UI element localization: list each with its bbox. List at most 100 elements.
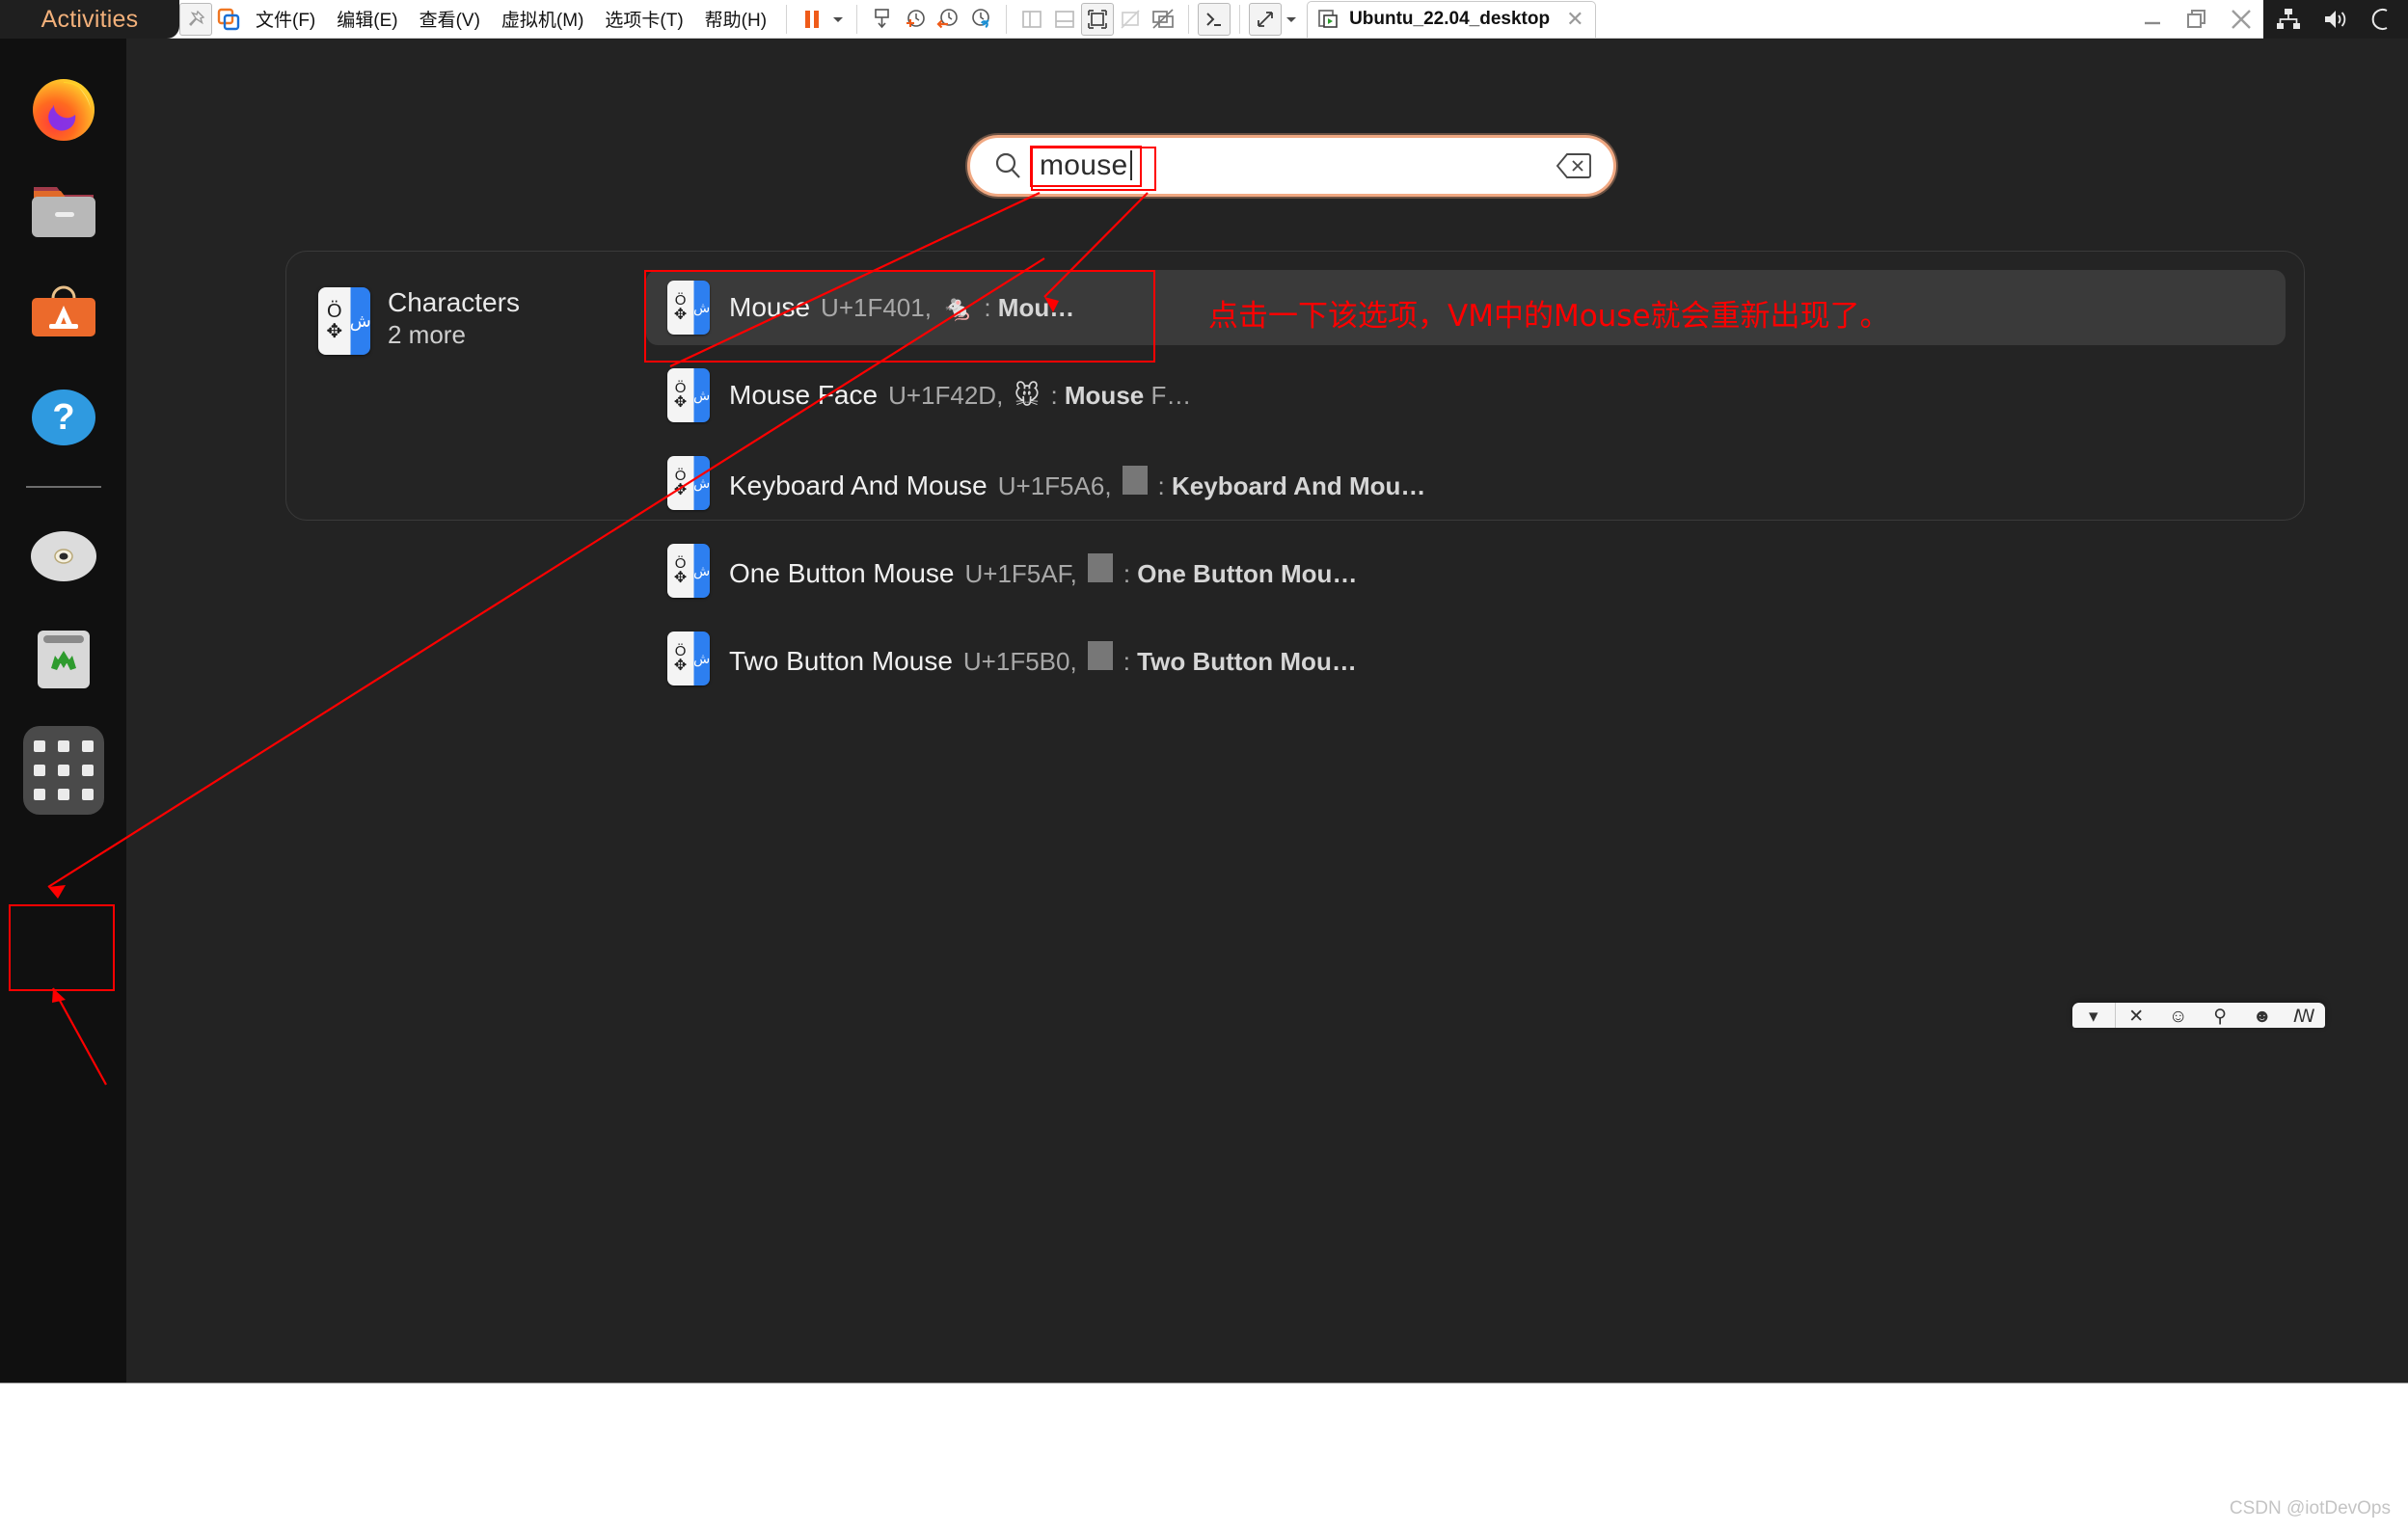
result-codepoint: U+1F5AF, — [964, 559, 1076, 589]
snapshot-manager-icon[interactable] — [866, 3, 899, 36]
characters-app-icon: Ö✥ش — [667, 632, 710, 685]
picker-cell-0[interactable]: ▾ — [2072, 1003, 2115, 1028]
menu-file[interactable]: 文件(F) — [245, 2, 326, 36]
vm-viewport: ? — [0, 39, 2408, 1384]
dock-item-files[interactable] — [23, 171, 104, 252]
vm-tab-close-icon[interactable]: ✕ — [1566, 7, 1583, 32]
backspace-clear-icon[interactable] — [1556, 151, 1592, 180]
ubuntu-dock: ? — [0, 39, 126, 1384]
pause-icon[interactable] — [796, 3, 828, 36]
svg-text:?: ? — [52, 397, 74, 438]
picker-cell-2[interactable]: ☺ — [2157, 1003, 2200, 1028]
result-codepoint: U+1F5B0, — [963, 647, 1077, 677]
bottom-layout-icon[interactable] — [1048, 3, 1081, 36]
result-codepoint: U+1F42D, — [888, 381, 1003, 411]
multi-monitor-icon[interactable] — [1147, 3, 1179, 36]
stretch-view-icon[interactable] — [1249, 3, 1282, 36]
result-description: : One Button Mou… — [1123, 559, 1358, 589]
vm-running-icon — [1317, 8, 1340, 31]
result-row[interactable]: Ö✥ش One Button Mouse U+1F5AF, : One Button … — [646, 533, 2286, 608]
annotation-box-app-grid — [9, 904, 115, 991]
picker-cell-4[interactable]: ☻ — [2241, 1003, 2284, 1028]
dock-item-show-applications[interactable] — [23, 722, 104, 819]
result-group-subtitle: 2 more — [388, 320, 520, 350]
char-glyph-symbol: ✥ — [326, 322, 342, 341]
missing-glyph-box — [1088, 553, 1113, 582]
minimize-icon[interactable] — [2130, 0, 2175, 39]
window-controls — [2130, 0, 2263, 39]
menu-tabs[interactable]: 选项卡(T) — [594, 2, 693, 36]
files-folder-icon — [26, 177, 101, 245]
result-text: Keyboard And Mouse U+1F5A6, : Keyboard And… — [729, 466, 1425, 501]
menu-help[interactable]: 帮助(H) — [694, 2, 777, 36]
below-viewport-area: CSDN @iotDevOps — [0, 1384, 2408, 1532]
pause-dropdown-icon[interactable] — [828, 3, 848, 36]
dock-item-firefox[interactable] — [23, 67, 104, 148]
char-glyph-arabic: ش — [350, 312, 370, 330]
result-row[interactable]: Ö✥شTwo Button MouseU+1F5B0,: Two Button … — [646, 621, 2286, 696]
grid-dots — [34, 740, 94, 800]
revert-snapshot-icon[interactable] — [932, 3, 964, 36]
dock-item-ubuntu-software[interactable] — [23, 274, 104, 355]
dock-item-help[interactable]: ? — [23, 377, 104, 458]
annotation-box-result — [644, 270, 1155, 363]
result-text: Mouse FaceU+1F42D,🐭: Mouse F… — [729, 380, 1191, 411]
cd-drive-icon — [26, 526, 101, 586]
result-name: Mouse Face — [729, 380, 878, 411]
network-icon — [2276, 7, 2301, 32]
restore-icon[interactable] — [2175, 0, 2219, 39]
pin-icon[interactable] — [179, 3, 212, 36]
help-icon: ? — [26, 383, 101, 452]
menu-vm[interactable]: 虚拟机(M) — [491, 2, 594, 36]
console-view-icon[interactable] — [1198, 3, 1231, 36]
missing-glyph-box — [1123, 466, 1148, 495]
result-group-title: Characters — [388, 287, 520, 318]
unity-mode-icon[interactable] — [1114, 3, 1147, 36]
gnome-overview-background — [0, 39, 2408, 1384]
magnifier-icon — [991, 149, 1024, 182]
stretch-dropdown-icon[interactable] — [1282, 3, 1301, 36]
characters-app-icon: Ö✥ش — [667, 368, 710, 422]
close-icon[interactable] — [2219, 0, 2263, 39]
power-icon — [2370, 7, 2395, 32]
fullscreen-icon[interactable] — [1081, 3, 1114, 36]
menu-edit[interactable]: 编辑(E) — [326, 2, 408, 36]
ubuntu-system-tray[interactable] — [2263, 0, 2408, 39]
volume-icon — [2322, 7, 2349, 32]
toolbar-divider-2 — [856, 5, 857, 34]
result-text: One Button Mouse U+1F5AF, : One Button Mou… — [729, 553, 1357, 589]
activities-button[interactable]: Activities — [0, 0, 179, 39]
dock-item-trash[interactable] — [23, 619, 104, 700]
picker-cell-1[interactable]: ✕ — [2116, 1003, 2158, 1028]
result-row[interactable]: Ö✥شMouse FaceU+1F42D,🐭: Mouse F… — [646, 358, 2286, 433]
result-description: : Keyboard And Mou… — [1158, 471, 1426, 501]
character-picker-popup[interactable]: ▾ ✕ ☺ ⚲ ☻ ꟿ — [2072, 1003, 2325, 1028]
firefox-icon — [26, 70, 101, 146]
result-name: Two Button Mouse — [729, 646, 953, 677]
screenshot-root: Activities 文件(F) 编辑(E) 查看(V) 虚拟机(M) 选项卡(… — [0, 0, 2408, 1532]
show-applications-grid-icon[interactable] — [23, 726, 104, 815]
characters-app-icon: Ö ✥ ش — [318, 287, 370, 355]
annotation-note: 点击一下该选项，VM中的Mouse就会重新出现了。 — [1208, 291, 1890, 335]
missing-glyph-box — [1088, 641, 1113, 670]
toolbar-divider-3 — [1006, 5, 1007, 34]
sidebar-layout-icon[interactable] — [1015, 3, 1048, 36]
menu-view[interactable]: 查看(V) — [409, 2, 491, 36]
result-glyph: 🐭 — [1014, 381, 1040, 411]
result-codepoint: U+1F5A6, — [998, 471, 1112, 501]
characters-app-icon: Ö✥ش — [667, 456, 710, 510]
char-glyph-umlaut: Ö — [327, 302, 342, 321]
manage-snapshots-icon[interactable] — [964, 3, 997, 36]
characters-app-icon: Ö✥ش — [667, 544, 710, 598]
picker-cell-3[interactable]: ⚲ — [2200, 1003, 2242, 1028]
vmware-logo-icon — [212, 3, 245, 36]
dock-separator — [26, 486, 101, 488]
take-snapshot-icon[interactable] — [899, 3, 932, 36]
picker-cell-5[interactable]: ꟿ — [2284, 1003, 2326, 1028]
result-row[interactable]: Ö✥ش Keyboard And Mouse U+1F5A6, : Keyboard … — [646, 445, 2286, 521]
trash-icon — [30, 625, 97, 694]
vm-tab-ubuntu[interactable]: Ubuntu_22.04_desktop ✕ — [1307, 1, 1595, 38]
dock-item-cd-drive[interactable] — [23, 516, 104, 597]
result-name: Keyboard And Mouse — [729, 470, 988, 501]
result-name: One Button Mouse — [729, 558, 954, 589]
